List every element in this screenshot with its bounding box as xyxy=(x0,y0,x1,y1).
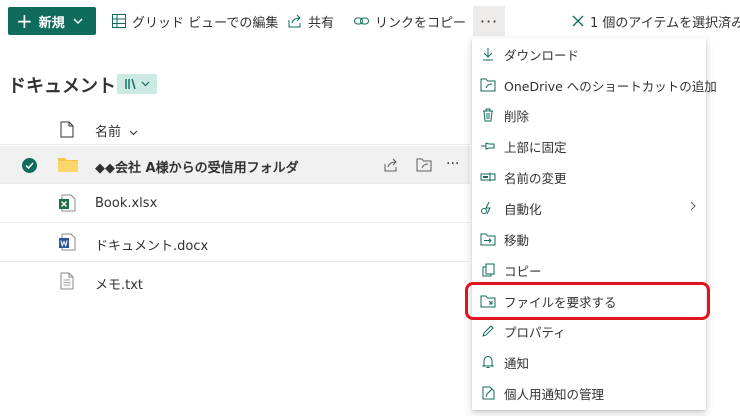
new-button[interactable]: + 新規 xyxy=(8,7,96,35)
chevron-right-icon xyxy=(690,201,696,211)
file-name[interactable]: ◆◆会社 A様からの受信用フォルダ xyxy=(95,157,299,176)
text-file-icon xyxy=(60,272,74,290)
menu-item-automate[interactable]: 自動化 xyxy=(472,193,706,223)
menu-item-add-shortcut[interactable]: OneDrive へのショートカットの追加 xyxy=(472,70,717,100)
new-button-label: 新規 xyxy=(38,15,65,31)
grid-edit-button[interactable]: グリッド ビューでの編集 xyxy=(112,10,278,32)
grid-edit-label: グリッド ビューでの編集 xyxy=(132,15,279,31)
file-row-folder[interactable]: ◆◆会社 A様からの受信用フォルダ ··· xyxy=(0,146,470,184)
chevron-down-icon xyxy=(141,81,149,87)
selection-count-label: 1 個のアイテムを選択済み xyxy=(590,15,740,31)
menu-item-properties[interactable]: プロパティ xyxy=(472,316,706,346)
menu-item-download[interactable]: ダウンロード xyxy=(472,39,706,69)
copy-link-button[interactable]: リンクをコピー xyxy=(354,10,466,32)
delete-icon xyxy=(480,107,496,123)
download-icon xyxy=(480,46,496,62)
library-view-icon xyxy=(124,78,136,90)
share-icon xyxy=(288,14,301,28)
more-actions-button[interactable]: ··· xyxy=(473,6,505,36)
automate-icon xyxy=(480,200,496,216)
selected-checkmark-icon[interactable] xyxy=(22,158,37,173)
copy-link-label: リンクをコピー xyxy=(375,15,467,31)
file-row-word[interactable]: ドキュメント.docx xyxy=(0,224,470,262)
chevron-down-icon xyxy=(73,18,83,24)
menu-item-delete[interactable]: 削除 xyxy=(472,100,706,130)
pin-icon xyxy=(480,138,496,154)
context-menu: ダウンロード OneDrive へのショートカットの追加 削除 上部に固定 名前… xyxy=(472,38,717,410)
menu-item-pin-to-top[interactable]: 上部に固定 xyxy=(472,131,706,161)
excel-icon xyxy=(59,194,76,212)
manage-alerts-icon xyxy=(480,385,496,401)
menu-item-copy[interactable]: コピー xyxy=(472,255,706,285)
copy-icon xyxy=(480,262,496,278)
menu-item-rename[interactable]: 名前の変更 xyxy=(472,162,706,192)
file-name[interactable]: Book.xlsx xyxy=(95,196,157,211)
menu-item-move[interactable]: 移動 xyxy=(472,224,706,254)
alert-icon xyxy=(480,354,496,370)
file-row-excel[interactable]: Book.xlsx xyxy=(0,185,470,223)
share-label: 共有 xyxy=(308,15,335,31)
file-row-text[interactable]: メモ.txt xyxy=(0,263,470,301)
file-name[interactable]: メモ.txt xyxy=(95,274,143,293)
shortcut-icon xyxy=(480,77,496,93)
menu-item-alert[interactable]: 通知 xyxy=(472,347,706,377)
shortcut-icon[interactable] xyxy=(416,158,432,172)
request-files-highlight xyxy=(465,282,710,320)
row-more-button[interactable]: ··· xyxy=(446,156,459,172)
menu-item-manage-alerts[interactable]: 個人用通知の管理 xyxy=(472,378,706,408)
file-type-icon xyxy=(60,121,74,138)
rename-icon xyxy=(480,169,496,185)
name-column-header[interactable]: 名前 xyxy=(95,121,138,140)
library-title: ドキュメント xyxy=(8,76,116,97)
close-icon xyxy=(572,15,584,27)
view-switcher-button[interactable] xyxy=(117,74,157,94)
file-name[interactable]: ドキュメント.docx xyxy=(95,235,208,254)
file-list-header: 名前 xyxy=(0,113,470,145)
plus-icon: + xyxy=(16,9,33,33)
share-button[interactable]: 共有 xyxy=(288,10,334,32)
folder-icon xyxy=(58,158,78,172)
link-icon xyxy=(354,17,369,25)
share-icon[interactable] xyxy=(384,158,398,172)
word-icon xyxy=(59,233,76,251)
grid-icon xyxy=(112,14,126,28)
chevron-down-icon xyxy=(129,130,138,136)
more-actions-label: ··· xyxy=(479,11,499,31)
properties-icon xyxy=(480,323,496,339)
clear-selection-button[interactable]: 1 個のアイテムを選択済み xyxy=(572,10,740,32)
move-icon xyxy=(480,231,496,247)
